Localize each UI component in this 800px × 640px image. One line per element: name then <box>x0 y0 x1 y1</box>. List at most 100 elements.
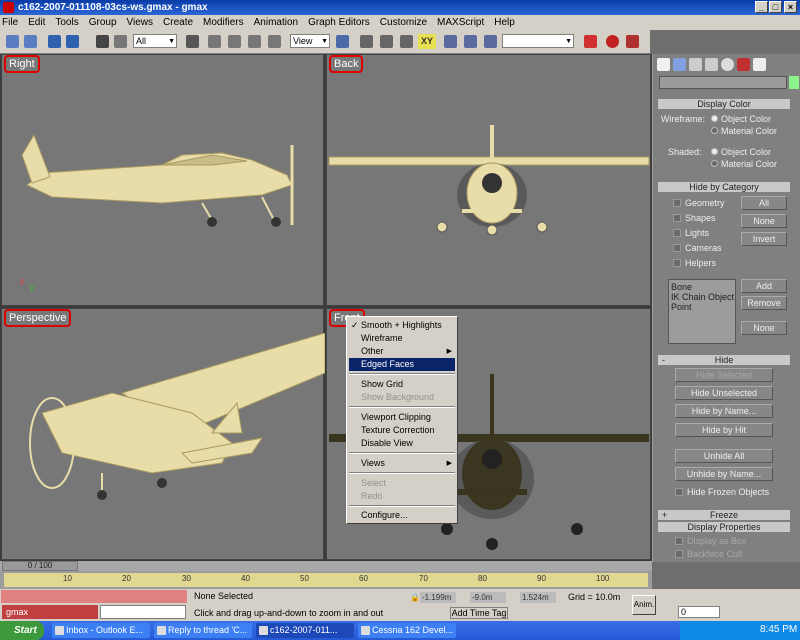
menu-item-show-grid[interactable]: Show Grid <box>349 378 455 391</box>
hammer-icon[interactable] <box>753 58 766 71</box>
list-item[interactable]: Point <box>671 302 692 312</box>
select-by-name-icon[interactable] <box>186 35 199 48</box>
select-region-icon[interactable] <box>114 35 127 48</box>
timeline-ruler[interactable]: 10 20 30 40 50 60 70 80 90 100 <box>4 573 648 587</box>
task-cessna[interactable]: Cessna 162 Devel... <box>358 623 456 638</box>
z-coordinate[interactable]: 1.524m <box>520 592 556 603</box>
x-coordinate[interactable]: -1.199m <box>420 592 456 603</box>
menu-item-texture-correction[interactable]: Texture Correction <box>349 424 455 437</box>
menu-edit[interactable]: Edit <box>28 17 45 28</box>
menu-item-views[interactable]: Views ▶ <box>349 457 455 470</box>
pivot-icon[interactable] <box>336 35 349 48</box>
minimize-button[interactable]: _ <box>755 1 768 13</box>
menu-group[interactable]: Group <box>89 17 117 28</box>
undo-icon[interactable] <box>6 35 19 48</box>
modify-tab-icon[interactable] <box>673 58 686 71</box>
menu-file[interactable]: File <box>2 17 18 28</box>
named-selection-dropdown[interactable] <box>502 34 574 48</box>
unhide-by-name-button[interactable]: Unhide by Name... <box>675 467 773 481</box>
menu-item-smooth-highlights[interactable]: ✓ Smooth + Highlights <box>349 319 455 332</box>
render-icon[interactable] <box>584 35 597 48</box>
object-color-swatch[interactable] <box>789 76 799 89</box>
rollout-hide-by-category[interactable]: Hide by Category <box>658 182 790 192</box>
cameras-checkbox[interactable] <box>673 244 681 252</box>
hide-unselected-button[interactable]: Hide Unselected <box>675 386 773 400</box>
unhide-all-button[interactable]: Unhide All <box>675 449 773 463</box>
viewport-label-back[interactable]: Back <box>329 55 364 73</box>
hide-by-name-button[interactable]: Hide by Name... <box>675 404 773 418</box>
axis-z-icon[interactable] <box>400 35 413 48</box>
start-button[interactable]: Start <box>0 621 44 640</box>
viewport-label-perspective[interactable]: Perspective <box>4 309 72 327</box>
axis-x-icon[interactable] <box>360 35 373 48</box>
create-tab-icon[interactable] <box>657 58 670 71</box>
geometry-checkbox[interactable] <box>673 199 681 207</box>
close-button[interactable]: × <box>784 1 797 13</box>
menu-item-edged-faces[interactable]: Edged Faces <box>349 358 455 371</box>
rotate-icon[interactable] <box>228 35 241 48</box>
viewport-label-right[interactable]: Right <box>4 55 40 73</box>
maxscript-input[interactable] <box>100 605 186 619</box>
invert-button[interactable]: Invert <box>741 232 787 246</box>
menu-item-other[interactable]: Other ▶ <box>349 345 455 358</box>
helpers-checkbox[interactable] <box>673 259 681 267</box>
quick-render-icon[interactable] <box>626 35 639 48</box>
reference-coord-dropdown[interactable]: View <box>290 34 330 48</box>
motion-tab-icon[interactable] <box>705 58 718 71</box>
utilities-tab-icon[interactable] <box>737 58 750 71</box>
menu-item-disable-view[interactable]: Disable View <box>349 437 455 450</box>
list-none-button[interactable]: None <box>741 321 787 335</box>
menu-create[interactable]: Create <box>163 17 193 28</box>
move-icon[interactable] <box>208 35 221 48</box>
none-button[interactable]: None <box>741 214 787 228</box>
current-frame-field[interactable]: 0 <box>678 606 720 618</box>
menu-views[interactable]: Views <box>127 17 154 28</box>
menu-item-wireframe[interactable]: Wireframe <box>349 332 455 345</box>
align-icon[interactable] <box>464 35 477 48</box>
viewport-perspective[interactable]: Perspective <box>1 308 325 560</box>
maxscript-listener-strip[interactable] <box>1 590 187 603</box>
axis-xy-button[interactable]: XY <box>418 34 436 49</box>
mini-window[interactable]: gmax <box>2 605 98 619</box>
mirror-icon[interactable] <box>444 35 457 48</box>
add-button[interactable]: Add <box>741 279 787 293</box>
viewport-back[interactable]: Back <box>326 54 651 306</box>
redo-icon[interactable] <box>24 35 37 48</box>
material-icon[interactable] <box>484 35 497 48</box>
menu-maxscript[interactable]: MAXScript <box>437 17 484 28</box>
hierarchy-tab-icon[interactable] <box>689 58 702 71</box>
task-outlook[interactable]: Inbox - Outlook E... <box>52 623 150 638</box>
scale-icon[interactable] <box>248 35 261 48</box>
backface-cull-checkbox[interactable] <box>675 550 683 558</box>
select-arrow-icon[interactable] <box>96 35 109 48</box>
rollout-freeze[interactable]: + Freeze <box>658 510 790 520</box>
rollout-display-color[interactable]: Display Color <box>658 99 790 109</box>
menu-item-configure[interactable]: Configure... <box>349 509 455 522</box>
time-slider-track[interactable]: 0 / 100 <box>0 561 652 571</box>
link-icon[interactable] <box>48 35 61 48</box>
menu-graph-editors[interactable]: Graph Editors <box>308 17 370 28</box>
menu-help[interactable]: Help <box>494 17 515 28</box>
shapes-checkbox[interactable] <box>673 214 681 222</box>
menu-tools[interactable]: Tools <box>55 17 78 28</box>
rollout-display-properties[interactable]: Display Properties <box>658 522 790 532</box>
all-button[interactable]: All <box>741 196 787 210</box>
time-slider-thumb[interactable]: 0 / 100 <box>2 561 78 571</box>
menu-customize[interactable]: Customize <box>380 17 427 28</box>
snap-icon[interactable] <box>268 35 281 48</box>
shaded-object-color-radio[interactable] <box>711 148 718 155</box>
lights-checkbox[interactable] <box>673 229 681 237</box>
menu-animation[interactable]: Animation <box>254 17 298 28</box>
task-reply-thread[interactable]: Reply to thread 'C... <box>154 623 252 638</box>
wireframe-material-color-radio[interactable] <box>711 127 718 134</box>
menu-item-viewport-clipping[interactable]: Viewport Clipping <box>349 411 455 424</box>
remove-button[interactable]: Remove <box>741 296 787 310</box>
list-item[interactable]: Bone <box>671 282 692 292</box>
add-time-tag-button[interactable]: Add Time Tag <box>450 607 508 619</box>
list-item[interactable]: IK Chain Object <box>671 292 734 302</box>
viewport-right[interactable]: Right z y <box>1 54 324 306</box>
lock-icon[interactable]: 🔒 <box>410 593 420 602</box>
shaded-material-color-radio[interactable] <box>711 160 718 167</box>
object-name-field[interactable] <box>659 76 787 89</box>
unlink-icon[interactable] <box>66 35 79 48</box>
